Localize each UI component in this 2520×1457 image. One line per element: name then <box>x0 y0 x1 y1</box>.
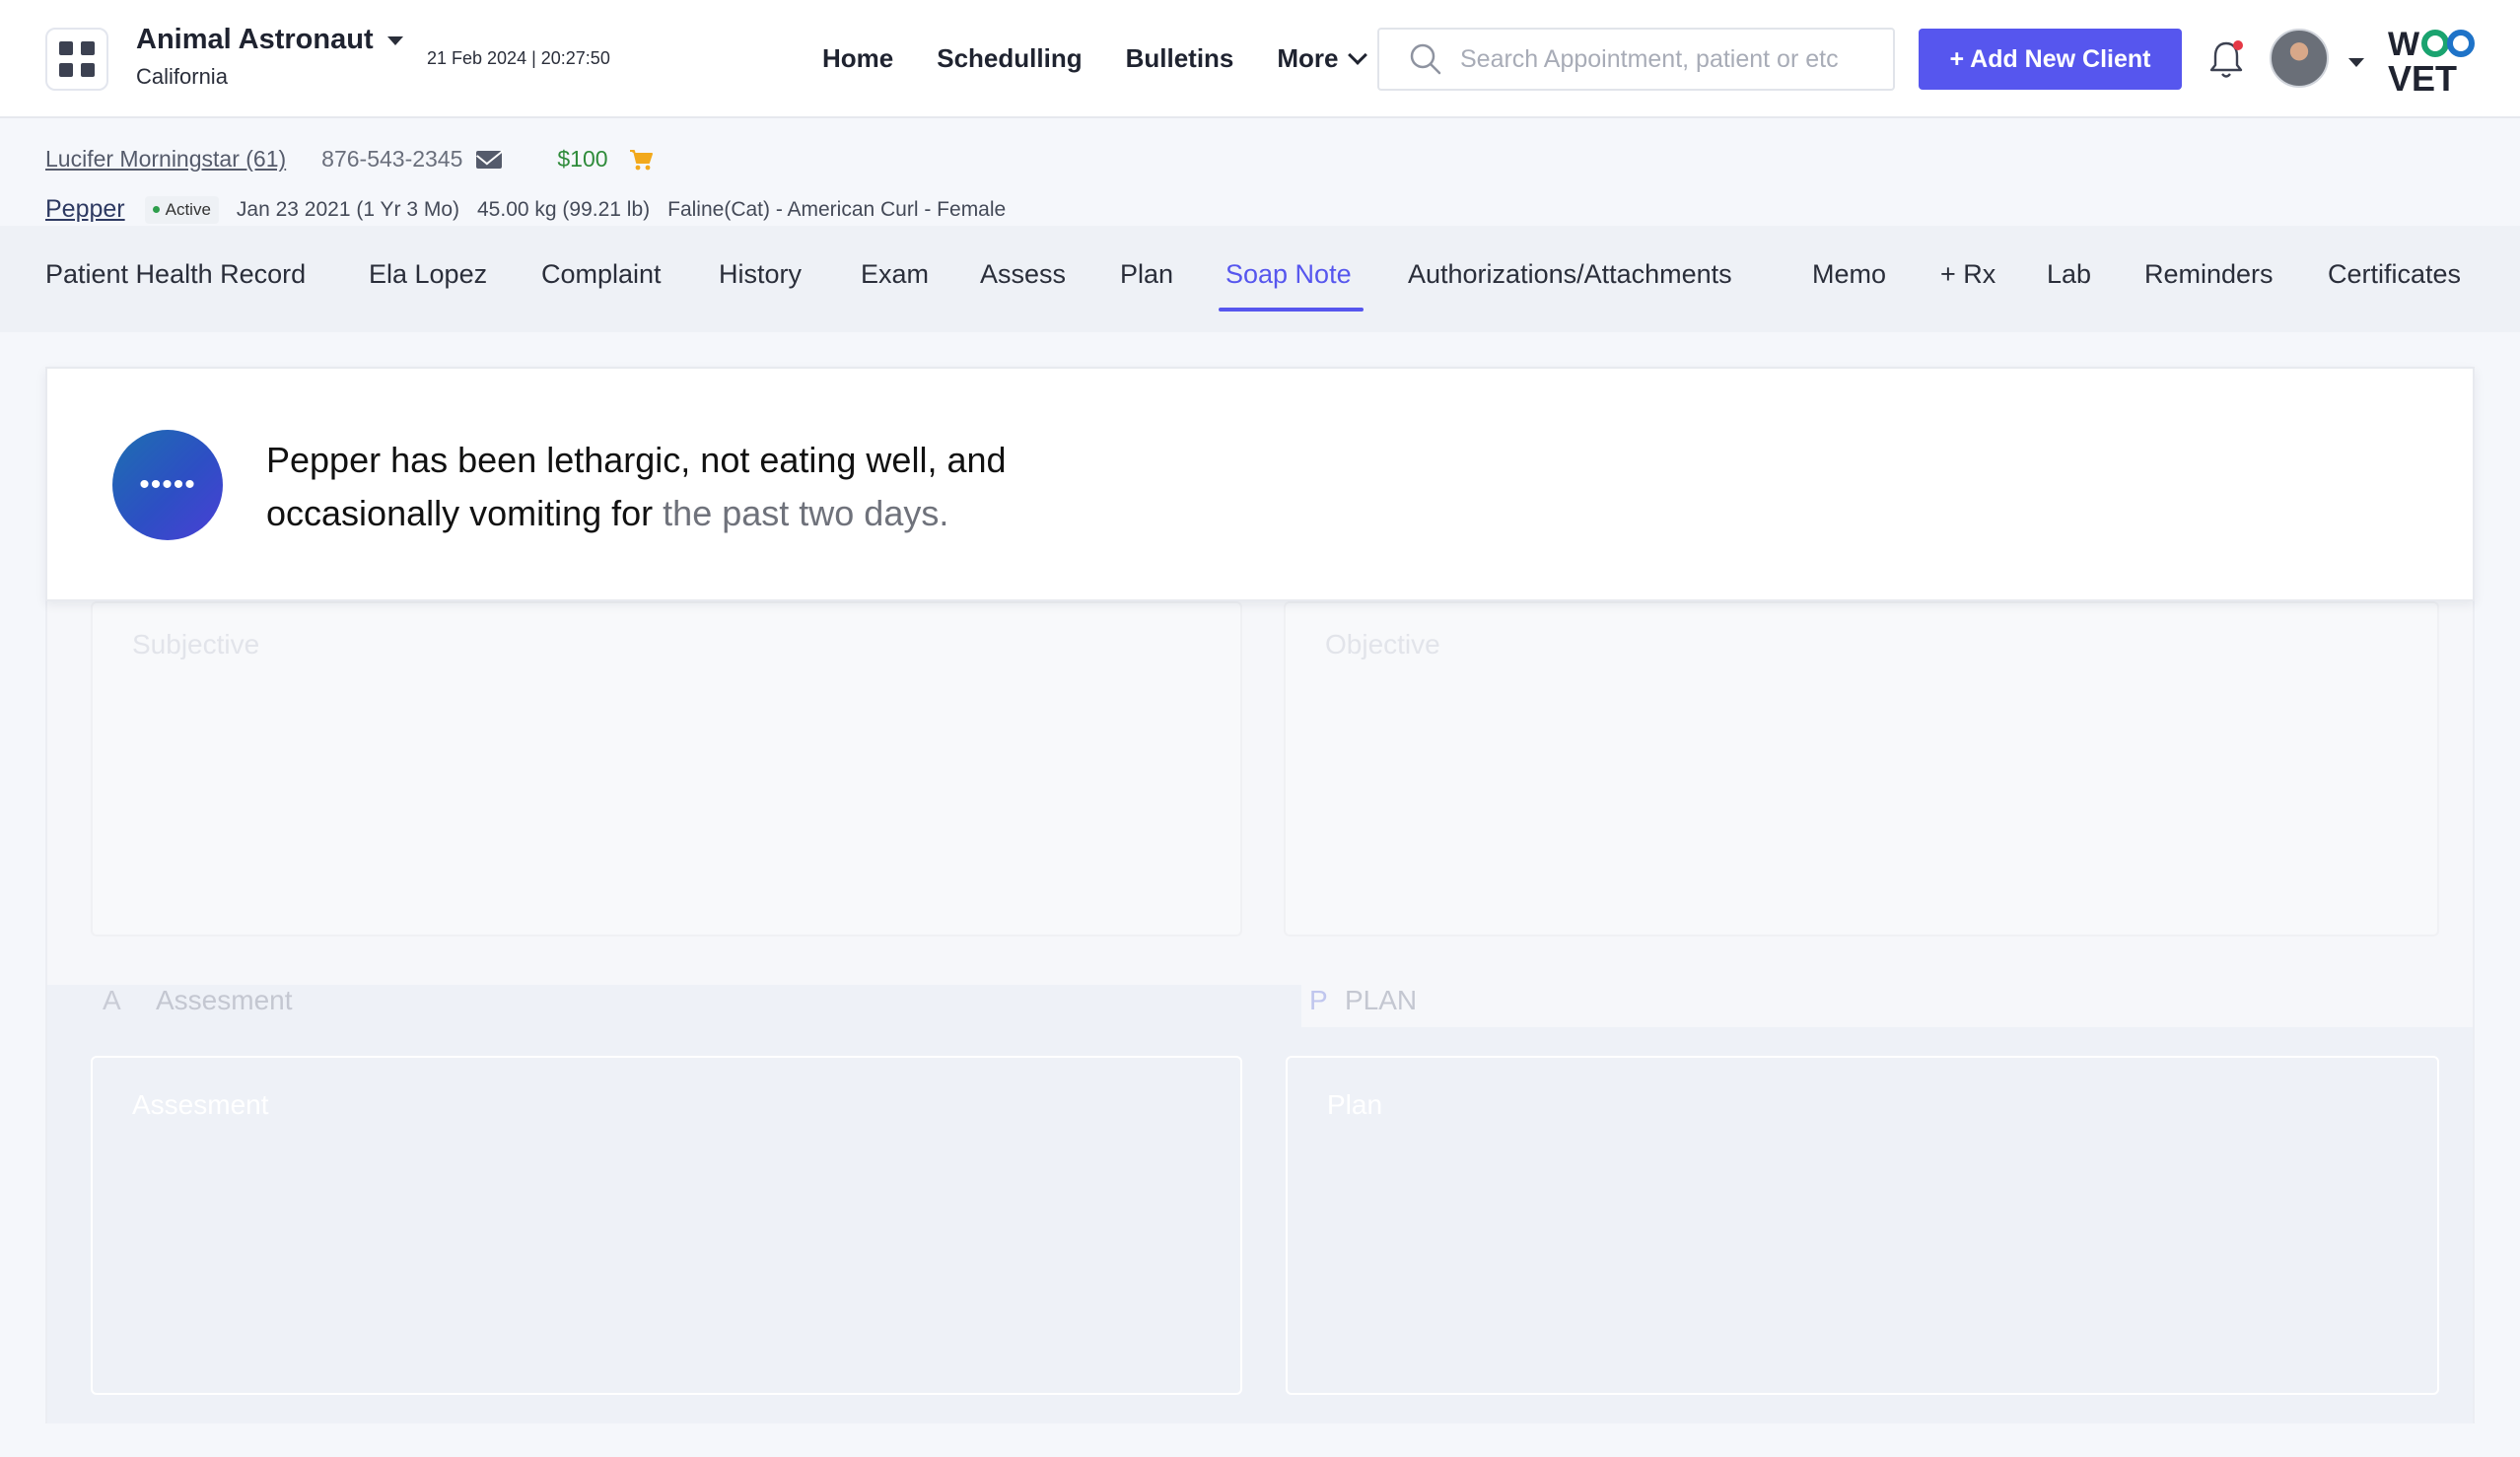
record-tabs: Patient Health Record Ela Lopez Complain… <box>0 226 2520 332</box>
tab-memo[interactable]: Memo <box>1812 259 1886 290</box>
tab-ela-lopez[interactable]: Ela Lopez <box>369 259 487 290</box>
plan-placeholder: Plan <box>1327 1089 1383 1120</box>
assessment-letter: A <box>103 985 121 1015</box>
clinic-switcher[interactable]: Animal Astronaut California <box>136 24 403 90</box>
nav-home[interactable]: Home <box>822 43 893 74</box>
tab-reminders[interactable]: Reminders <box>2144 259 2274 290</box>
assessment-placeholder: Assesment <box>132 1089 269 1120</box>
nav-bulletins[interactable]: Bulletins <box>1126 43 1234 74</box>
svg-text:VET: VET <box>2388 58 2457 95</box>
tab-soap-note[interactable]: Soap Note <box>1225 259 1352 290</box>
add-new-client-button[interactable]: + Add New Client <box>1919 29 2182 90</box>
current-datetime: 21 Feb 2024 | 20:27:50 <box>427 48 610 68</box>
nav-more-label: More <box>1277 43 1339 73</box>
patient-info: Pepper Active Jan 23 2021 (1 Yr 3 Mo) 45… <box>45 195 1023 224</box>
status-badge: Active <box>144 195 219 224</box>
ai-summary-text: Pepper has been lethargic, not eating we… <box>266 434 1154 540</box>
plan-title: PLAN <box>1345 985 1418 1015</box>
tab-certificates[interactable]: Certificates <box>2328 259 2461 290</box>
clinic-name: Animal Astronaut <box>136 24 374 55</box>
status-dot-icon <box>152 206 160 213</box>
plan-letter: P <box>1309 985 1328 1015</box>
caret-down-icon <box>386 36 403 45</box>
plan-header: P PLAN <box>1301 982 2473 1027</box>
subjective-field[interactable]: Subjective <box>91 601 1242 937</box>
search-box[interactable] <box>1377 28 1895 91</box>
user-avatar[interactable] <box>2270 29 2329 88</box>
woovet-logo: W VET <box>2388 26 2475 95</box>
mail-icon[interactable] <box>476 150 503 169</box>
top-header: Animal Astronaut California 21 Feb 2024 … <box>0 0 2520 118</box>
tab-exam[interactable]: Exam <box>861 259 929 290</box>
patient-weight: 45.00 kg (99.21 lb) <box>477 197 651 221</box>
ai-summary-streaming: the past two days. <box>653 493 949 533</box>
search-icon <box>1410 43 1441 75</box>
app-grid-icon[interactable] <box>45 28 108 91</box>
clinic-location: California <box>136 64 228 89</box>
tab-assess[interactable]: Assess <box>980 259 1066 290</box>
subjective-placeholder: Subjective <box>132 629 260 659</box>
main-nav: Home Schedulling Bulletins More <box>822 43 1367 74</box>
assessment-field[interactable]: Assesment <box>91 1056 1242 1395</box>
active-tab-indicator <box>1219 308 1364 312</box>
tab-authorizations-attachments[interactable]: Authorizations/Attachments <box>1408 259 1732 290</box>
tab-complaint[interactable]: Complaint <box>541 259 662 290</box>
caret-down-icon[interactable] <box>2348 58 2364 67</box>
client-name-link[interactable]: Lucifer Morningstar (61) <box>45 146 286 173</box>
ai-assistant-icon[interactable]: ••••• <box>112 430 223 540</box>
ai-summary-card: ••••• Pepper has been lethargic, not eat… <box>45 367 2475 601</box>
tab-rx[interactable]: + Rx <box>1940 259 1995 290</box>
client-balance: $100 <box>557 146 608 172</box>
tab-plan[interactable]: Plan <box>1120 259 1173 290</box>
notification-bell-icon[interactable] <box>2206 37 2246 81</box>
patient-name-link[interactable]: Pepper <box>45 195 125 224</box>
chevron-down-icon <box>1347 44 1367 65</box>
plan-field[interactable]: Plan <box>1286 1056 2439 1395</box>
tab-patient-health-record[interactable]: Patient Health Record <box>45 259 306 290</box>
tab-history[interactable]: History <box>719 259 802 290</box>
assessment-header: A Assesment <box>47 985 1297 1030</box>
nav-scheduling[interactable]: Schedulling <box>937 43 1082 74</box>
client-phone: 876-543-2345 <box>321 146 463 172</box>
search-input[interactable] <box>1460 44 1874 74</box>
patient-species: Faline(Cat) - American Curl - Female <box>667 197 1007 221</box>
status-label: Active <box>165 199 211 219</box>
assessment-title: Assesment <box>156 985 293 1015</box>
client-info: Lucifer Morningstar (61) 876-543-2345 $1… <box>45 146 654 173</box>
objective-placeholder: Objective <box>1325 629 1440 659</box>
cart-icon[interactable] <box>628 148 654 172</box>
objective-field[interactable]: Objective <box>1284 601 2439 937</box>
patient-dob: Jan 23 2021 (1 Yr 3 Mo) <box>236 197 459 221</box>
nav-more[interactable]: More <box>1277 43 1367 74</box>
tab-lab[interactable]: Lab <box>2047 259 2091 290</box>
